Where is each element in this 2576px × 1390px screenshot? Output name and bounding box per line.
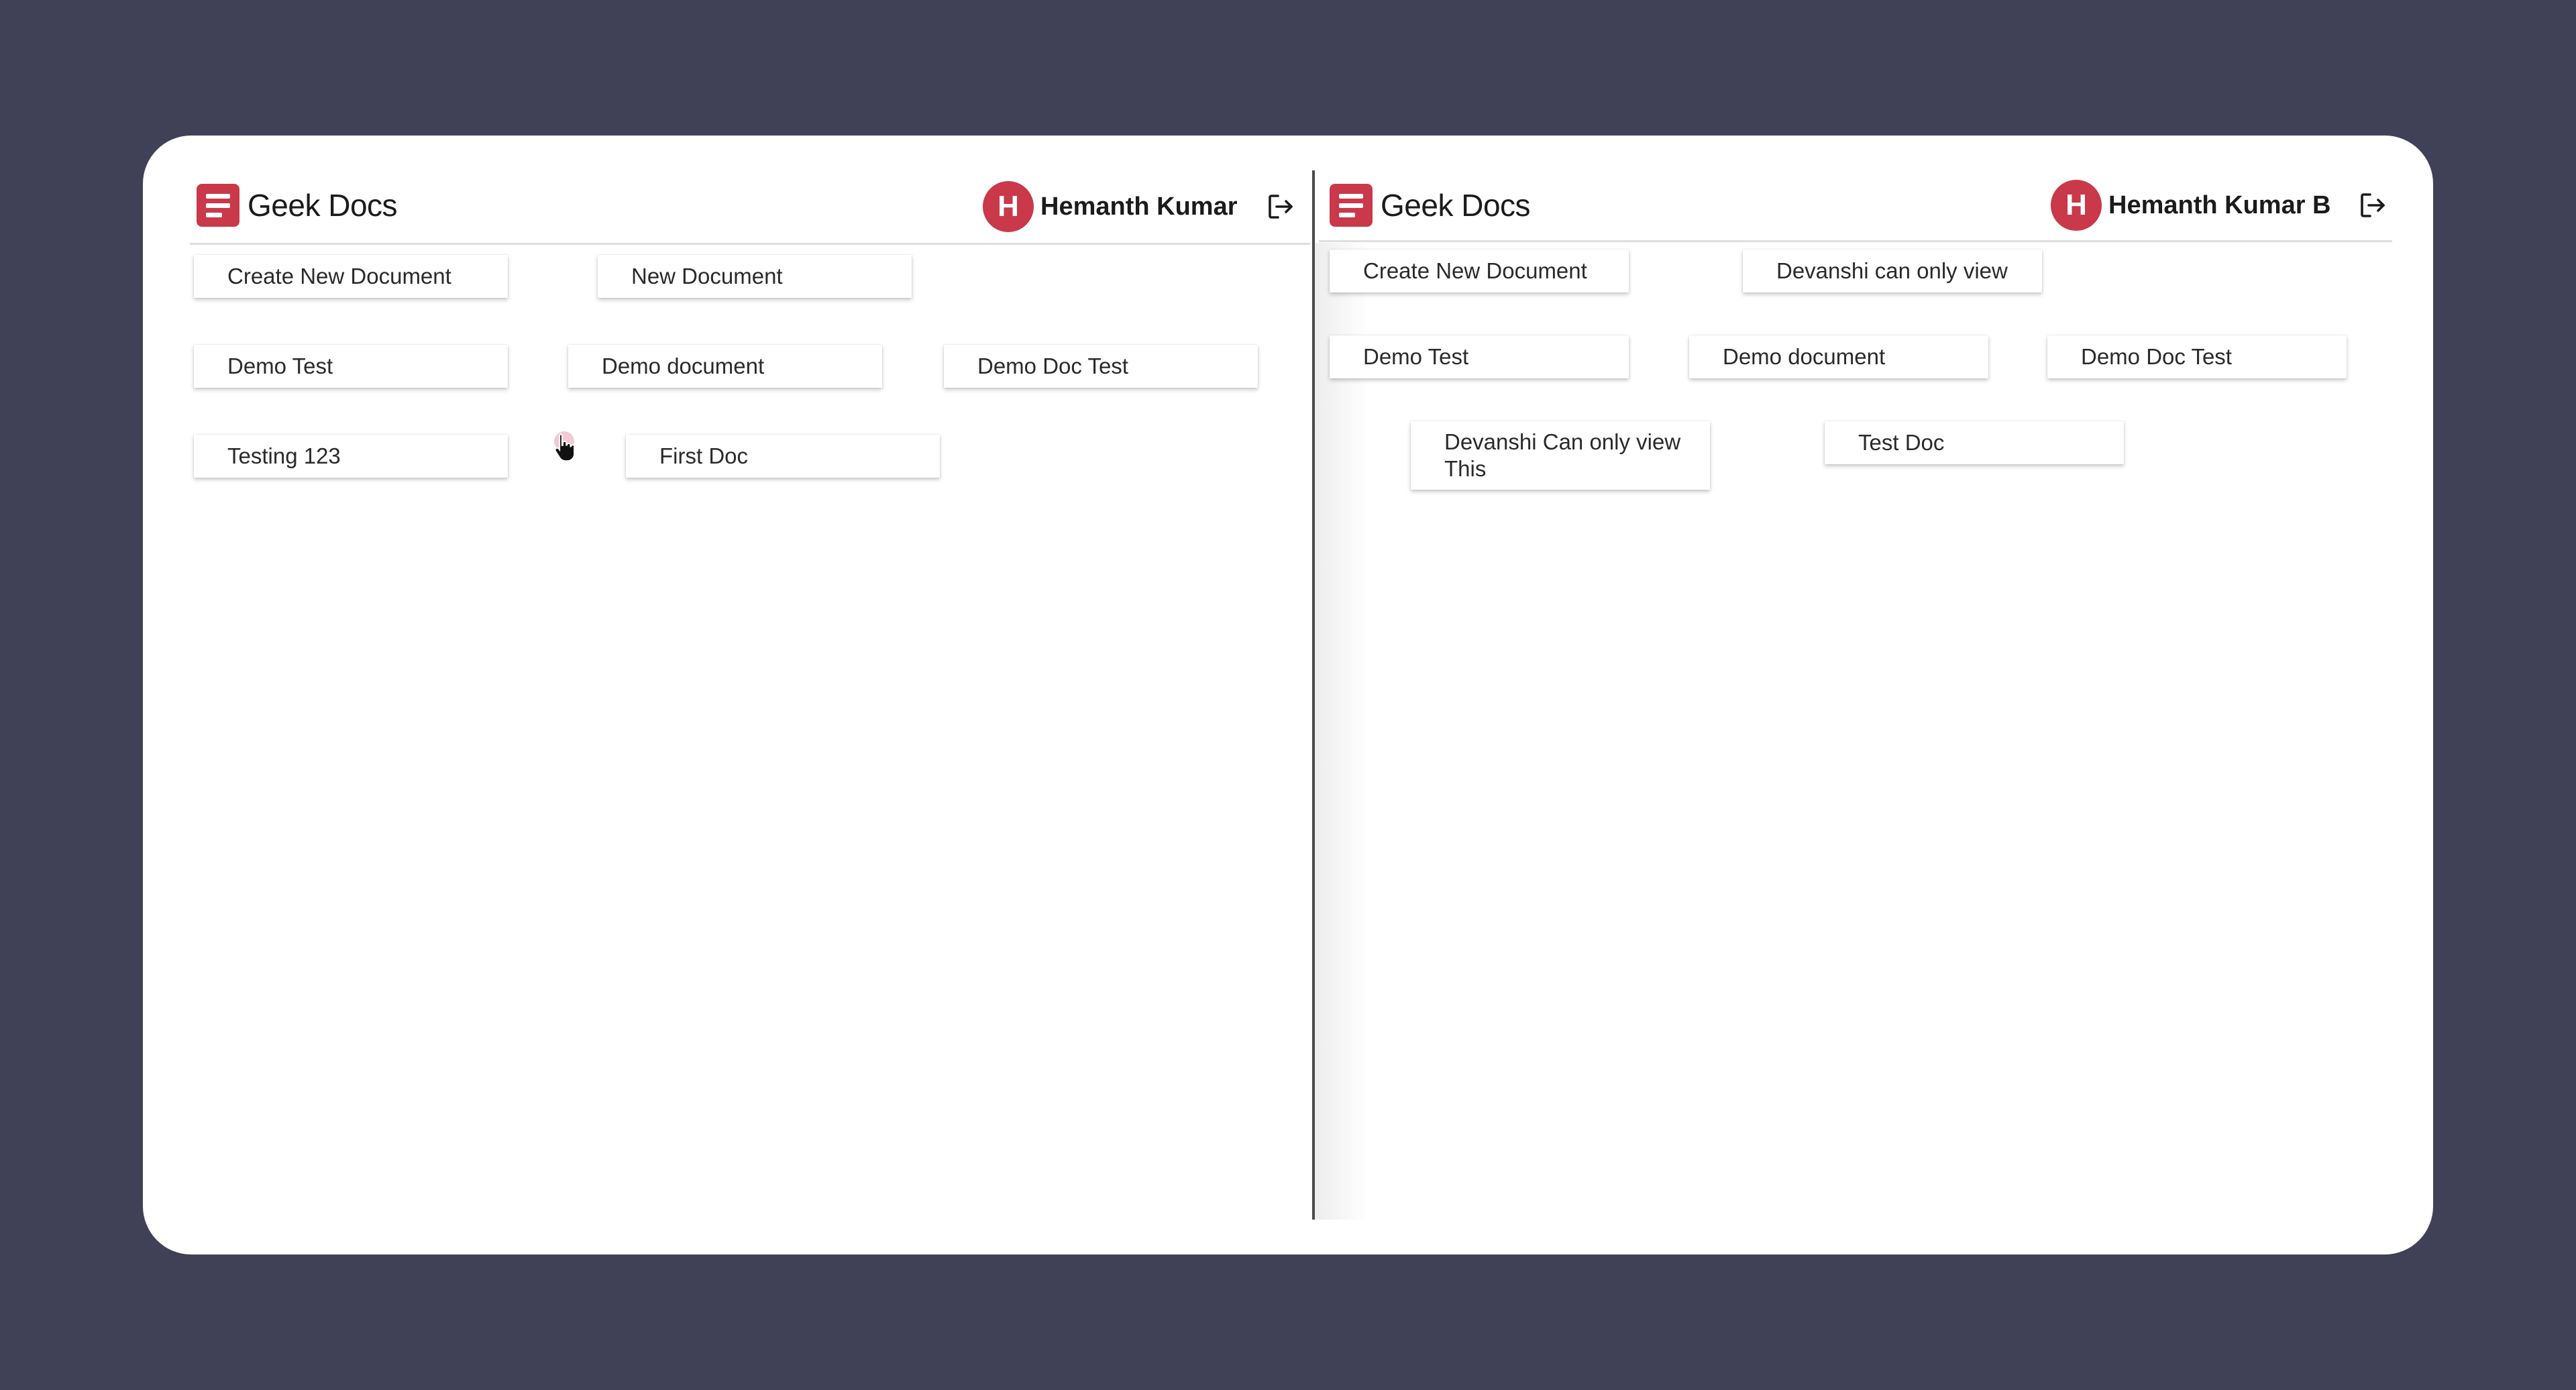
document-card[interactable]: Devanshi Can only view This	[1411, 421, 1710, 490]
logout-icon[interactable]	[1265, 191, 1297, 223]
user-area: H Hemanth Kumar	[983, 181, 1297, 232]
document-card[interactable]: Test Doc	[1825, 421, 2124, 464]
document-card[interactable]: Devanshi can only view	[1743, 250, 2042, 292]
document-lines-icon[interactable]	[197, 184, 239, 227]
app-title[interactable]: Geek Docs	[1381, 187, 1531, 223]
document-card[interactable]: Demo Test	[1330, 335, 1629, 378]
app-title[interactable]: Geek Docs	[248, 187, 398, 223]
left-header: Geek Docs	[197, 184, 398, 227]
left-panel: Geek Docs H Hemanth Kumar Create New Doc…	[143, 136, 1313, 1254]
document-card[interactable]: Demo Test	[194, 345, 508, 388]
right-header: Geek Docs	[1330, 184, 1531, 227]
user-name: Hemanth Kumar	[1040, 192, 1238, 221]
user-area: H Hemanth Kumar B	[2051, 180, 2389, 231]
app-frame: Geek Docs H Hemanth Kumar Create New Doc…	[143, 136, 2433, 1254]
document-lines-icon[interactable]	[1330, 184, 1373, 227]
document-card[interactable]: Testing 123	[194, 435, 508, 478]
hand-pointer-icon	[553, 432, 578, 465]
header-divider	[190, 243, 1310, 245]
document-card[interactable]: Demo document	[1689, 335, 1988, 378]
document-card[interactable]: Demo document	[568, 345, 882, 388]
avatar[interactable]: H	[983, 181, 1034, 232]
document-card[interactable]: Demo Doc Test	[944, 345, 1258, 388]
create-new-document-button[interactable]: Create New Document	[194, 255, 508, 298]
logout-icon[interactable]	[2357, 189, 2389, 221]
document-card[interactable]: Demo Doc Test	[2047, 335, 2347, 378]
document-card[interactable]: First Doc	[626, 435, 940, 478]
avatar[interactable]: H	[2051, 180, 2102, 231]
right-panel: Geek Docs H Hemanth Kumar B Create New D…	[1313, 136, 2433, 1254]
user-name: Hemanth Kumar B	[2108, 191, 2331, 219]
document-card[interactable]: New Document	[598, 255, 912, 298]
create-new-document-button[interactable]: Create New Document	[1330, 250, 1629, 292]
header-divider	[1319, 240, 2392, 242]
